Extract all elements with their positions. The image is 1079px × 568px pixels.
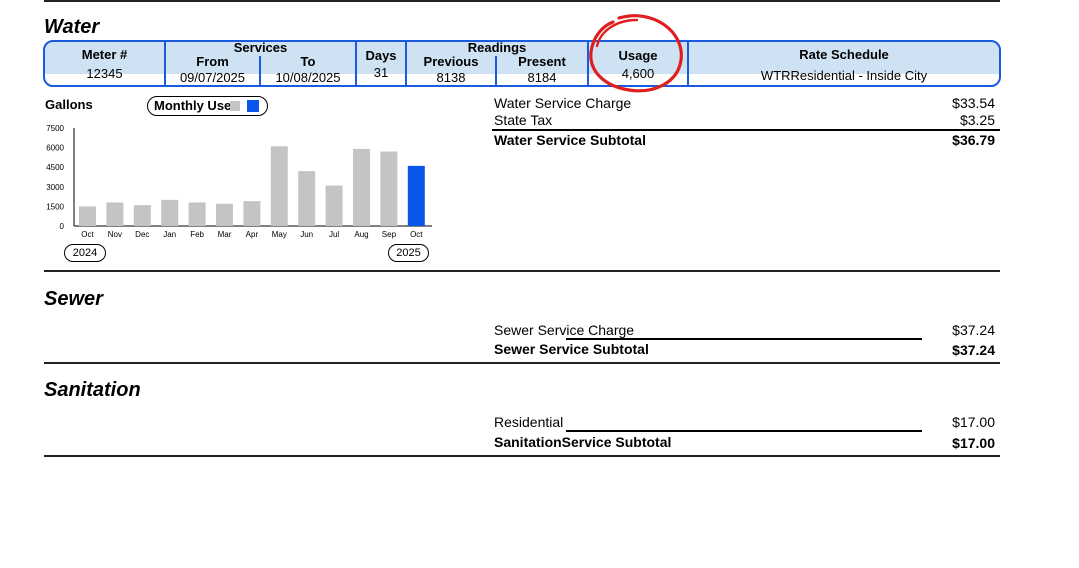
x-tick-label: Nov — [108, 230, 122, 239]
meter-value: 12345 — [86, 66, 123, 81]
x-tick-label: Oct — [410, 230, 423, 239]
bar — [188, 202, 206, 226]
section-divider — [44, 455, 1000, 457]
sanitation-charge-underline — [566, 430, 922, 432]
water-charge-amount: $33.54 — [952, 95, 995, 111]
water-subtotal-rule — [492, 129, 1000, 131]
chart-title: Gallons — [45, 97, 93, 112]
previous-header: Previous — [423, 54, 479, 69]
water-subtotal-amount: $36.79 — [952, 132, 995, 148]
from-value: 09/07/2025 — [179, 70, 246, 85]
sanitation-section-title: Sanitation — [44, 379, 141, 401]
chart-legend: Monthly Use — [147, 96, 268, 116]
bar — [407, 165, 425, 226]
x-tick-label: Mar — [218, 230, 232, 239]
bar — [133, 205, 151, 226]
y-tick-label: 3000 — [46, 183, 64, 192]
x-tick-label: Jan — [163, 230, 176, 239]
sanitation-subtotal-amount: $17.00 — [952, 435, 995, 451]
usage-bar-chart: 7500 6000 4500 3000 1500 0 Oct Nov Dec Jan Feb Mar A… — [46, 124, 432, 239]
x-tick-label: Aug — [354, 230, 368, 239]
sanitation-charge-amount: $17.00 — [952, 414, 995, 430]
present-value: 8184 — [527, 70, 557, 85]
x-tick-label: Jul — [329, 230, 339, 239]
bar — [380, 151, 398, 226]
sewer-subtotal-amount: $37.24 — [952, 342, 995, 358]
section-divider — [44, 362, 1000, 364]
y-tick-label: 6000 — [46, 144, 64, 153]
sanitation-subtotal-label: SanitationService Subtotal — [494, 434, 672, 450]
sanitation-charge-label: Residential — [494, 414, 564, 430]
meter-header: Meter # — [81, 47, 128, 62]
present-header: Present — [518, 54, 566, 69]
bar — [270, 146, 288, 226]
from-header: From — [196, 54, 229, 69]
water-subtotal-label: Water Service Subtotal — [494, 132, 646, 148]
sewer-charge-amount: $37.24 — [952, 322, 995, 338]
meter-table: Meter # 12345 Services From 09/07/2025 T… — [43, 40, 1001, 87]
bar — [353, 148, 370, 226]
sewer-charge-underline — [566, 338, 922, 340]
bar — [161, 199, 179, 226]
x-tick-label: Dec — [135, 230, 149, 239]
previous-value: 8138 — [436, 70, 466, 85]
y-tick-label: 7500 — [46, 124, 64, 133]
x-tick-label: Sep — [382, 230, 397, 239]
bar — [216, 203, 233, 226]
bar — [79, 206, 96, 226]
rate-schedule-header: Rate Schedule — [799, 47, 889, 62]
legend-label: Monthly Use — [154, 98, 232, 113]
to-value: 10/08/2025 — [275, 70, 341, 85]
state-tax-amount: $3.25 — [959, 112, 995, 128]
x-tick-label: Oct — [81, 230, 94, 239]
year-label-start: 2024 — [64, 244, 106, 262]
x-tick-label: Apr — [246, 230, 259, 239]
days-value: 31 — [373, 65, 389, 80]
water-charge-label: Water Service Charge — [494, 95, 632, 111]
sewer-section-title: Sewer — [44, 288, 103, 310]
rate-schedule-value: WTRResidential - Inside City — [760, 68, 928, 83]
section-divider — [44, 270, 1000, 272]
usage-value: 4,600 — [621, 66, 655, 81]
x-tick-label: Feb — [190, 230, 204, 239]
legend-swatch-previous — [230, 101, 240, 111]
x-tick-label: May — [272, 230, 287, 239]
y-tick-label: 1500 — [46, 202, 64, 211]
legend-swatch-current — [247, 100, 259, 112]
water-section-title: Water — [44, 16, 100, 38]
bar — [106, 202, 124, 226]
readings-header: Readings — [467, 40, 527, 55]
to-header: To — [300, 54, 316, 69]
y-tick-label: 4500 — [46, 163, 64, 172]
state-tax-label: State Tax — [494, 112, 553, 128]
top-divider — [44, 0, 1000, 2]
bar — [325, 185, 343, 226]
x-tick-label: Jun — [300, 230, 313, 239]
sewer-subtotal-label: Sewer Service Subtotal — [494, 341, 649, 357]
bar — [298, 171, 316, 226]
year-label-end: 2025 — [388, 244, 429, 262]
bar — [243, 201, 261, 226]
services-header: Services — [233, 40, 288, 55]
days-header: Days — [365, 48, 397, 63]
y-tick-label: 0 — [60, 222, 65, 231]
usage-header: Usage — [618, 48, 658, 63]
sewer-charge-label: Sewer Service Charge — [494, 322, 635, 338]
